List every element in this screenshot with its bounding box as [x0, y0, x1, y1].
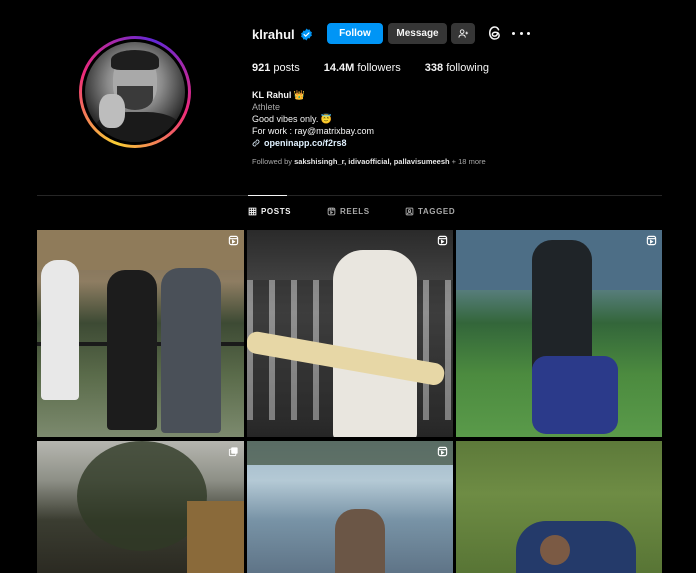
person-figure — [161, 268, 221, 433]
person-figure — [335, 509, 385, 573]
threads-icon[interactable] — [486, 24, 504, 42]
person-figure — [516, 521, 636, 573]
person-figure — [41, 260, 79, 400]
followers-label: followers — [357, 62, 401, 74]
post-tile[interactable] — [37, 441, 244, 573]
posts-count: 921 — [252, 62, 271, 74]
person-figure — [333, 250, 417, 437]
more-options-icon[interactable] — [512, 26, 530, 40]
following-stat[interactable]: 338 following — [425, 62, 489, 74]
profile-category: Athlete — [252, 102, 281, 112]
posts-stat: 921 posts — [252, 62, 300, 74]
followers-stat[interactable]: 14.4M followers — [324, 62, 401, 74]
tabs-divider — [37, 195, 662, 196]
tab-posts[interactable]: POSTS — [248, 207, 291, 216]
avatar-hand — [99, 94, 125, 128]
carousel-icon — [228, 447, 238, 457]
bio-link[interactable]: openinapp.co/f2rs8 — [252, 137, 374, 149]
post-tile[interactable] — [37, 230, 244, 437]
tab-reels[interactable]: REELS — [327, 207, 370, 216]
grid-icon — [248, 207, 257, 216]
suggested-users-button[interactable] — [451, 23, 475, 44]
posts-label: posts — [273, 62, 300, 74]
tagged-icon — [405, 207, 414, 216]
bio-link-text: openinapp.co/f2rs8 — [264, 138, 347, 148]
followed-by-prefix: Followed by — [252, 157, 295, 166]
message-button[interactable]: Message — [388, 23, 447, 44]
tab-tagged-label: TAGGED — [418, 207, 456, 216]
leaves — [247, 441, 453, 465]
kit-bag — [532, 356, 618, 434]
tab-posts-label: POSTS — [261, 207, 292, 216]
following-label: following — [446, 62, 489, 74]
reel-icon — [646, 235, 657, 246]
reels-icon — [327, 207, 336, 216]
post-tile[interactable] — [456, 230, 662, 437]
post-tile[interactable] — [456, 441, 662, 573]
add-user-icon — [457, 29, 468, 38]
tab-reels-label: REELS — [340, 207, 370, 216]
followed-by-names: sakshisingh_r, idivaofficial, pallavisum… — [294, 157, 450, 166]
post-tile[interactable] — [247, 230, 453, 437]
link-icon — [252, 139, 260, 147]
active-tab-indicator — [248, 195, 287, 196]
profile-name-row: KL Rahul 👑 — [252, 89, 374, 101]
followers-count: 14.4M — [323, 62, 355, 74]
tab-tagged[interactable]: TAGGED — [405, 207, 455, 216]
username: klrahul — [252, 26, 295, 42]
verified-badge-icon — [300, 28, 312, 40]
avatar — [85, 42, 185, 142]
reel-icon — [437, 235, 448, 246]
profile-avatar-ring[interactable] — [79, 36, 191, 148]
person-head — [540, 535, 570, 565]
avatar-border — [82, 39, 188, 145]
person-figure — [107, 270, 157, 430]
crown-emoji: 👑 — [293, 90, 306, 100]
follow-button[interactable]: Follow — [327, 23, 383, 44]
profile-tabs: POSTS REELS TAGGED — [0, 207, 696, 219]
following-count: 338 — [424, 62, 444, 74]
profile-bio: KL Rahul 👑 Athlete Good vibes only. 😇 Fo… — [252, 89, 374, 149]
followed-by[interactable]: Followed by sakshisingh_r, idivaofficial… — [252, 157, 486, 166]
avatar-hair — [111, 50, 159, 70]
reel-icon — [228, 235, 239, 246]
building — [187, 501, 244, 573]
bio-line: Good vibes only. 😇 — [252, 114, 333, 124]
bio-work-email: For work : ray@matrixbay.com — [252, 126, 374, 136]
profile-name: KL Rahul — [252, 90, 292, 100]
post-tile[interactable] — [247, 441, 453, 573]
username-row: klrahul — [252, 24, 313, 44]
profile-stats: 921 posts 14.4M followers 338 following — [252, 62, 489, 74]
followed-by-suffix: + 18 more — [449, 157, 486, 166]
reel-icon — [437, 446, 448, 457]
